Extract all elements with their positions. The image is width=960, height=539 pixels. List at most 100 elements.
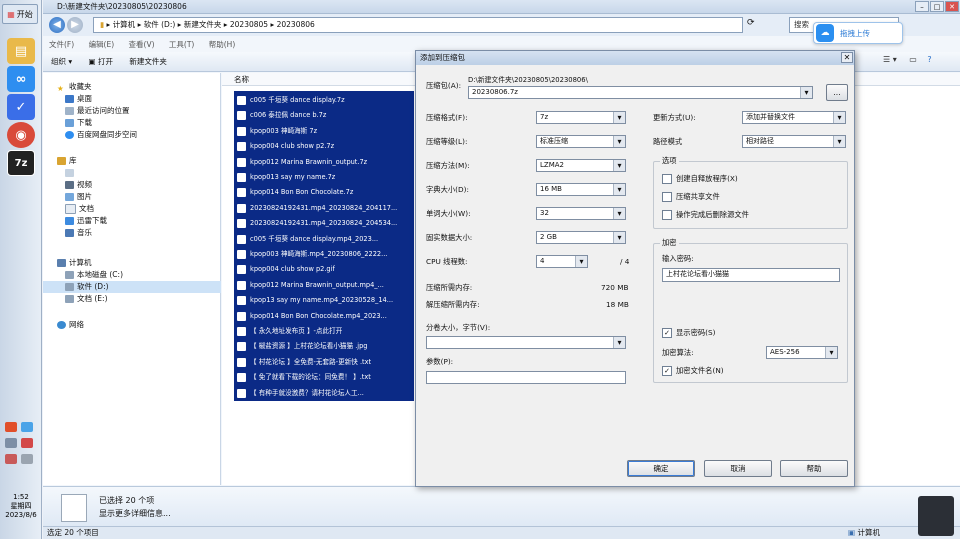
file-row[interactable]: 【 椒盐资源 】上村花论坛看小猫猫 .jpg xyxy=(234,339,414,354)
nav-netdisk-sync[interactable]: 百度网盘同步空间 xyxy=(65,129,137,140)
nav-music[interactable]: 音乐 xyxy=(65,227,92,238)
menu-tools[interactable]: 工具(T) xyxy=(169,40,194,49)
7zip-icon[interactable]: 7z xyxy=(7,150,35,176)
tray-misc-icon[interactable] xyxy=(21,454,33,464)
menu-view[interactable]: 查看(V) xyxy=(129,40,155,49)
clock[interactable]: 1:52 星期四 2023/8/6 xyxy=(0,493,42,529)
file-row[interactable]: kpop013 say my name.7z xyxy=(234,170,414,185)
breadcrumb-folder[interactable]: 新建文件夹 xyxy=(184,20,222,29)
menu-edit[interactable]: 编辑(E) xyxy=(89,40,115,49)
file-icon xyxy=(237,111,246,121)
tray-security-icon[interactable] xyxy=(21,438,33,448)
nav-recent[interactable]: 最近访问的位置 xyxy=(65,105,130,116)
file-row[interactable]: kpop012 Marina Brawnin_output.mp4_... xyxy=(234,278,414,293)
view-options-icon[interactable]: ☰ ▾ xyxy=(883,55,897,64)
encrypt-filenames-checkbox[interactable]: ✓ 加密文件名(N) xyxy=(662,366,724,376)
nav-libraries[interactable]: 库 xyxy=(57,155,77,166)
params-input[interactable] xyxy=(426,371,626,384)
file-row[interactable]: 20230824192431.mp4_20230824_204117... xyxy=(234,201,414,216)
split-select[interactable] xyxy=(426,336,626,349)
back-arrow-icon[interactable]: ◀ xyxy=(49,17,65,33)
feishu-icon[interactable]: ✓ xyxy=(7,94,35,120)
level-select[interactable]: 标准压缩 xyxy=(536,135,626,148)
nav-videos[interactable]: 视频 xyxy=(65,179,92,190)
password-input[interactable]: 上村花论坛看小猫猫 xyxy=(662,268,840,282)
nav-network[interactable]: 网络 xyxy=(57,319,84,330)
folder-icon[interactable]: ▤ xyxy=(7,38,35,64)
tray-input-icon[interactable] xyxy=(5,454,17,464)
nav-thunder-downloads[interactable]: 迅雷下载 xyxy=(65,215,107,226)
file-row[interactable]: kpop003 神崎海斯.mp4_20230806_2222... xyxy=(234,247,414,262)
solid-select[interactable]: 2 GB xyxy=(536,231,626,244)
file-row[interactable]: kpop014 Bon Bon Chocolate.mp4_2023... xyxy=(234,309,414,324)
nav-documents[interactable]: 文档 xyxy=(65,203,94,214)
baidu-netdisk-icon[interactable]: ∞ xyxy=(7,66,35,92)
method-select[interactable]: LZMA2 xyxy=(536,159,626,172)
chrome-icon[interactable]: ◉ xyxy=(7,122,35,148)
breadcrumb-drive[interactable]: 软件 (D:) xyxy=(144,20,176,29)
cpu-select[interactable]: 4 xyxy=(536,255,588,268)
nav-favorites[interactable]: ★ 收藏夹 xyxy=(57,81,92,93)
file-row[interactable]: 【 永久地址发布页 】-点此打开 xyxy=(234,324,414,339)
file-row[interactable]: kpop014 Bon Bon Chocolate.7z xyxy=(234,185,414,200)
encryption-method-select[interactable]: AES-256 xyxy=(766,346,838,359)
show-password-checkbox[interactable]: ✓ 显示密码(S) xyxy=(662,328,716,338)
file-row[interactable]: c005 千垣葵 dance display.mp4_2023... xyxy=(234,232,414,247)
format-select[interactable]: 7z xyxy=(536,111,626,124)
update-select[interactable]: 添加并替换文件 xyxy=(742,111,846,124)
tray-volume-icon[interactable] xyxy=(5,438,17,448)
cancel-button[interactable]: 取消 xyxy=(704,460,772,477)
word-select[interactable]: 32 xyxy=(536,207,626,220)
browse-button[interactable]: ... xyxy=(826,84,848,101)
refresh-icon[interactable]: ⟳ xyxy=(747,18,761,32)
file-row[interactable]: kpop004 club show p2.7z xyxy=(234,139,414,154)
file-row[interactable]: kpop003 神崎海斯 7z xyxy=(234,124,414,139)
show-more-details[interactable]: 显示更多详细信息... xyxy=(99,508,171,519)
file-row[interactable]: 20230824192431.mp4_20230824_204534... xyxy=(234,216,414,231)
dialog-close-button[interactable]: ✕ xyxy=(841,52,853,63)
preview-pane-icon[interactable]: ▭ xyxy=(909,55,917,64)
forward-arrow-icon[interactable]: ▶ xyxy=(67,17,83,33)
nav-pictures[interactable]: 图片 xyxy=(65,191,92,202)
organize-button[interactable]: 组织 ▾ xyxy=(51,57,72,66)
menu-file[interactable]: 文件(F) xyxy=(49,40,74,49)
file-row[interactable]: 【 村花论坛 】全免费-无套路-更新快 .txt xyxy=(234,355,414,370)
new-folder-button[interactable]: 新建文件夹 xyxy=(129,57,167,66)
dict-select[interactable]: 16 MB xyxy=(536,183,626,196)
shared-files-checkbox[interactable]: 压缩共享文件 xyxy=(662,192,720,202)
file-row[interactable]: 【 有种手就没激费？请村花论坛人工... xyxy=(234,386,414,401)
nav-drive-c[interactable]: 本地磁盘 (C:) xyxy=(65,269,123,280)
start-button[interactable]: ▦ 开始 xyxy=(2,4,38,24)
nav-downloads[interactable]: 下载 xyxy=(65,117,92,128)
close-button[interactable]: ✕ xyxy=(945,1,959,12)
file-row[interactable]: kpop004 club show p2.gif xyxy=(234,262,414,277)
minimize-button[interactable]: – xyxy=(915,1,929,12)
file-row[interactable]: 【 免了就看下载的论坛：同免费！ 】.txt xyxy=(234,370,414,385)
file-row[interactable]: c005 千垣葵 dance display.7z xyxy=(234,93,414,108)
maximize-button[interactable]: □ xyxy=(930,1,944,12)
breadcrumb-current[interactable]: 20230806 xyxy=(277,20,315,29)
overlay-app-icon[interactable] xyxy=(918,496,954,536)
address-bar[interactable]: ▮ ▸ 计算机 ▸ 软件 (D:) ▸ 新建文件夹 ▸ 20230805 ▸ 2… xyxy=(93,17,743,33)
path-mode-select[interactable]: 相对路径 xyxy=(742,135,846,148)
nav-drive-e[interactable]: 文档 (E:) xyxy=(65,293,108,304)
breadcrumb-subfolder[interactable]: 20230805 xyxy=(230,20,268,29)
tray-app-icon[interactable] xyxy=(5,422,17,432)
file-row[interactable]: kpop012 Marina Brawnin_output.7z xyxy=(234,155,414,170)
file-row[interactable]: kpop13 say my name.mp4_20230528_14... xyxy=(234,293,414,308)
breadcrumb-computer[interactable]: 计算机 xyxy=(113,20,136,29)
path-mode-label: 路径模式 xyxy=(653,137,683,146)
tray-network-icon[interactable] xyxy=(21,422,33,432)
open-button[interactable]: ▣ 打开 xyxy=(89,57,113,66)
nav-drive-d[interactable]: 软件 (D:) xyxy=(65,281,109,292)
file-row[interactable]: c006 泰拉佩 dance b.7z xyxy=(234,108,414,123)
menu-help[interactable]: 帮助(H) xyxy=(209,40,236,49)
sfx-checkbox[interactable]: 创建自释放程序(X) xyxy=(662,174,738,184)
help-button[interactable]: 帮助 xyxy=(780,460,848,477)
help-icon[interactable]: ? xyxy=(927,55,931,64)
nav-computer[interactable]: 计算机 xyxy=(57,257,92,268)
nav-desktop[interactable]: 桌面 xyxy=(65,93,92,104)
delete-after-checkbox[interactable]: 操作完成后删除源文件 xyxy=(662,210,749,220)
archive-name-input[interactable]: 20230806.7z xyxy=(468,86,813,99)
ok-button[interactable]: 确定 xyxy=(627,460,695,477)
